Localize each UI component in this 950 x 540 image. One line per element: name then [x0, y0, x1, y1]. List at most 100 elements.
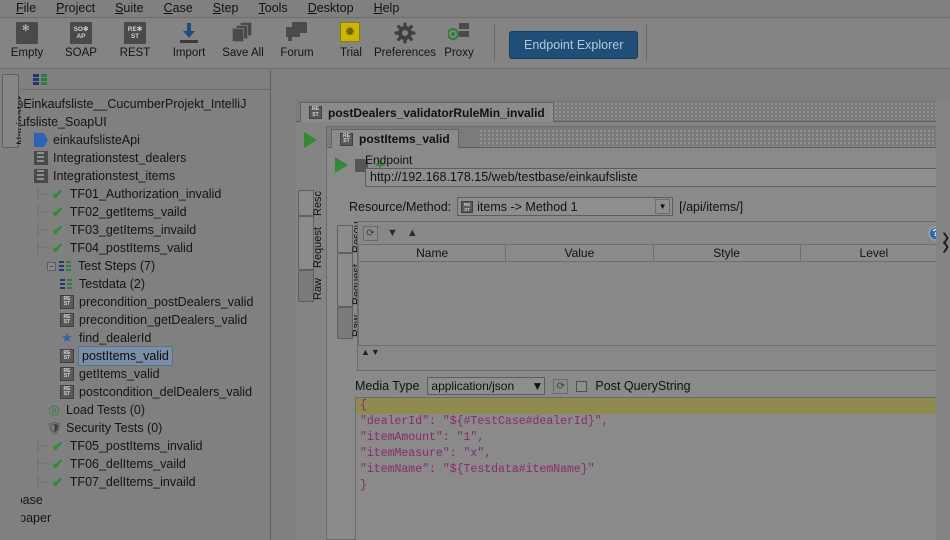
toolbar-button-forum[interactable]: Forum: [270, 19, 324, 67]
tab-filler-dots: [550, 102, 946, 120]
tree-item-label: emoEinkaufsliste__CucumberProjekt_Intell…: [21, 97, 247, 111]
project-tree[interactable]: emoEinkaufsliste__CucumberProjekt_Intell…: [21, 90, 270, 538]
navigator-vertical-tab[interactable]: Navigator: [2, 74, 28, 148]
tree-item-tf07-delitems-invaild[interactable]: ├··· ✔ TF07_delItems_invaild: [21, 473, 270, 491]
menu-step[interactable]: Step: [203, 0, 249, 17]
toolbar-button-trial[interactable]: ✹ Trial: [324, 19, 378, 67]
params-column-name[interactable]: Name: [357, 244, 507, 262]
menu-tools[interactable]: Tools: [249, 0, 298, 17]
outer-vtab-resource[interactable]: Resc: [298, 190, 324, 216]
check-icon: ✔: [51, 222, 64, 238]
tree-item-getitems-valid[interactable]: RE ST getItems_valid: [21, 365, 270, 383]
tree-item-tf02-getitems-vaild[interactable]: ├··· ✔ TF02_getItems_vaild: [21, 203, 270, 221]
rest-request-icon: RE ST: [60, 385, 74, 399]
inner-vtab-raw[interactable]: Raw: [337, 307, 363, 339]
menu-suite[interactable]: Suite: [105, 0, 154, 17]
expand-panel-chevrons[interactable]: ❯ ❯: [941, 233, 950, 253]
toolbar-button-preferences[interactable]: Preferences: [374, 19, 436, 67]
params-column-level[interactable]: Level: [799, 244, 949, 262]
toolbar-button-import[interactable]: Import: [162, 19, 216, 67]
toolbar-button-rest[interactable]: RE✻ ST REST: [108, 19, 162, 67]
tree-item-testdata-2[interactable]: Testdata (2): [21, 275, 270, 293]
endpoint-input[interactable]: http://192.168.178.15/web/testbase/einka…: [365, 168, 941, 187]
inner-vtab-resource[interactable]: Resou: [337, 221, 363, 253]
tree-item-postcondition-deldealers-valid[interactable]: RE ST postcondition_delDealers_valid: [21, 383, 270, 401]
toolbar-button-proxy[interactable]: Proxy: [432, 19, 486, 67]
tree-item-hitepaper[interactable]: hitepaper: [21, 509, 270, 527]
params-scroll-controls[interactable]: ▲ ▼: [358, 346, 948, 357]
navigator-panel: emoEinkaufsliste__CucumberProjekt_Intell…: [21, 70, 271, 540]
chevron-down-icon[interactable]: ▼: [532, 379, 544, 393]
tree-item-nkaufsliste-soapui[interactable]: nkaufsliste_SoapUI: [21, 113, 270, 131]
test-steps-icon[interactable]: [33, 74, 49, 85]
tree-item-estbase[interactable]: estbase: [21, 491, 270, 509]
tree-item-tf03-getitems-invaild[interactable]: ├··· ✔ TF03_getItems_invaild: [21, 221, 270, 239]
toolbar-button-empty[interactable]: Empty: [0, 19, 54, 67]
trial-icon: ✹: [340, 22, 362, 44]
tree-item-label: nkaufsliste_SoapUI: [21, 115, 107, 129]
params-column-style[interactable]: Style: [652, 244, 801, 262]
scroll-up-icon[interactable]: ▲: [361, 347, 370, 357]
chevron-right-icon-2[interactable]: ❯: [941, 242, 950, 253]
toolbar-button-save-all[interactable]: Save All: [216, 19, 270, 67]
menu-file[interactable]: File: [6, 0, 46, 17]
tree-item-integrationstest-items[interactable]: Integrationstest_items: [21, 167, 270, 185]
chevron-down-icon[interactable]: ▼: [655, 199, 671, 214]
menu-help[interactable]: Help: [364, 0, 410, 17]
tree-item-label: precondition_getDealers_valid: [79, 313, 248, 327]
tree-item-emoeinkaufsliste-cucumberprojekt-intellij[interactable]: emoEinkaufsliste__CucumberProjekt_Intell…: [21, 95, 270, 113]
params-toolbar: ⟳ ▼ ▲ ?: [358, 222, 948, 244]
menu-desktop[interactable]: Desktop: [298, 0, 364, 17]
tab-postdealers-validatorrulemin-invalid[interactable]: RE ST postDealers_validatorRuleMin_invali…: [300, 102, 554, 122]
tree-item-find-dealerid[interactable]: ★ find_dealerId: [21, 329, 270, 347]
tree-item-precondition-postdealers-valid[interactable]: RE ST precondition_postDealers_valid: [21, 293, 270, 311]
tree-item-postitems-valid[interactable]: RE ST postItems_valid: [21, 346, 270, 366]
tree-item-load-tests-0[interactable]: ◎ Load Tests (0): [21, 401, 270, 419]
tree-item-label: find_dealerId: [79, 331, 152, 345]
params-table-header: Name Value Style Level: [357, 244, 949, 262]
resource-method-select[interactable]: RE ST items -> Method 1 ▼: [457, 197, 674, 216]
tab-postitems-valid[interactable]: RE ST postItems_valid: [331, 129, 459, 148]
endpoint-explorer-button[interactable]: Endpoint Explorer: [509, 31, 639, 59]
refresh-icon[interactable]: ⟳: [363, 225, 378, 241]
run-icon[interactable]: [304, 132, 317, 148]
tree-item-security-tests-0[interactable]: 🛡 Security Tests (0): [21, 419, 270, 437]
tree-guide: ├···: [34, 188, 50, 200]
scroll-down-icon[interactable]: ▼: [371, 347, 380, 357]
params-table-body[interactable]: [358, 262, 948, 346]
request-body-line-4: "itemMeasure": "x",: [360, 447, 492, 460]
tree-item-test-steps-7[interactable]: − Test Steps (7): [21, 257, 270, 275]
post-querystring-checkbox[interactable]: [576, 380, 588, 392]
property-transfer-icon: ★: [61, 330, 73, 345]
move-down-icon[interactable]: ▼: [387, 227, 398, 239]
check-icon: ✔: [51, 456, 64, 472]
run-icon[interactable]: [335, 157, 348, 173]
tree-item-integrationstest-dealers[interactable]: Integrationstest_dealers: [21, 149, 270, 167]
tree-item-precondition-getdealers-valid[interactable]: RE ST precondition_getDealers_valid: [21, 311, 270, 329]
tree-item-tf06-delitems-vaild[interactable]: ├··· ✔ TF06_delItems_vaild: [21, 455, 270, 473]
move-up-icon[interactable]: ▲: [407, 227, 418, 239]
tree-item-tf04-postitems-valid[interactable]: ├··· ✔ TF04_postItems_valid: [21, 239, 270, 257]
toolbar-button-soap[interactable]: SO✻ AP SOAP: [54, 19, 108, 67]
outer-vtab-raw-label: Raw: [312, 277, 324, 300]
outer-vtab-request[interactable]: Request: [298, 216, 324, 270]
params-column-value[interactable]: Value: [505, 244, 654, 262]
inner-vtab-request[interactable]: Request: [337, 253, 363, 307]
refresh-icon[interactable]: ⟳: [553, 378, 569, 394]
menu-project[interactable]: Project: [46, 0, 105, 17]
security-test-icon: 🛡: [47, 421, 63, 435]
request-editor-panel: RE ST postItems_valid + Endpoint http://1…: [326, 126, 950, 540]
menu-case[interactable]: Case: [154, 0, 203, 17]
rest-request-icon: RE ST: [309, 106, 322, 119]
tree-item-tf01-authorization-invalid[interactable]: ├··· ✔ TF01_Authorization_invalid: [21, 185, 270, 203]
tree-item-label: TF04_postItems_valid: [69, 241, 193, 255]
tree-expander[interactable]: −: [47, 261, 56, 271]
tree-guide: ├···: [34, 458, 50, 470]
tree-item-tf05-postitems-invalid[interactable]: ├··· ✔ TF05_postItems_invalid: [21, 437, 270, 455]
tree-item-label: TF05_postItems_invalid: [69, 439, 203, 453]
check-icon: ✔: [51, 204, 64, 220]
media-type-select[interactable]: application/json ▼: [427, 377, 546, 395]
request-body-editor[interactable]: {"dealerId": "${#TestCase#dealerId}", "it…: [355, 397, 947, 540]
outer-vtab-raw[interactable]: Raw: [298, 270, 324, 302]
tree-item-einkaufslisteapi[interactable]: einkaufslisteApi: [21, 131, 270, 149]
